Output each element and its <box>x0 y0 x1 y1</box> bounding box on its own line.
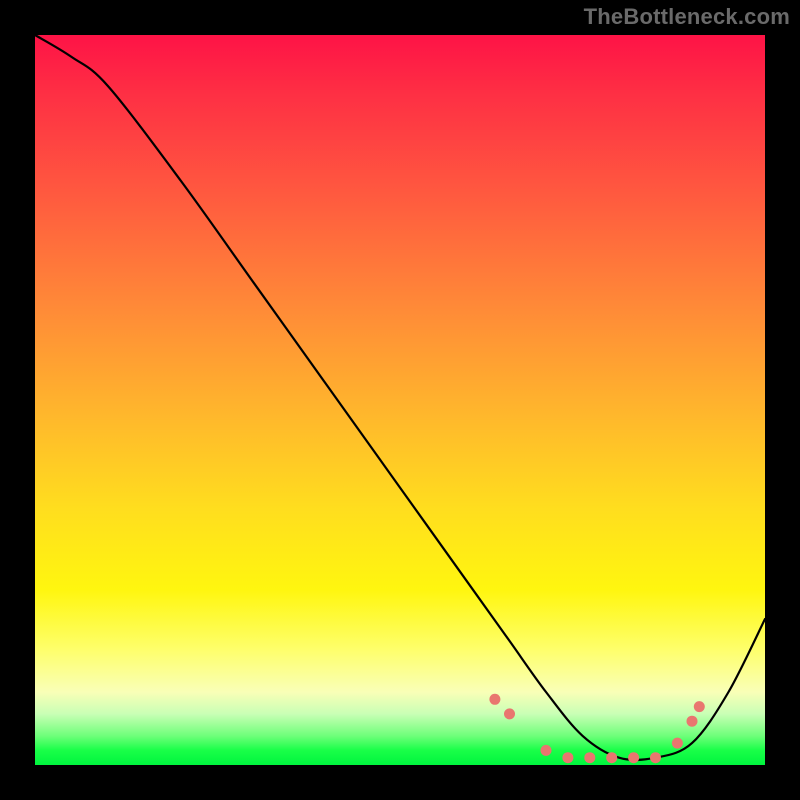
highlight-dot <box>606 752 617 763</box>
highlight-dot <box>628 752 639 763</box>
highlight-dot <box>650 752 661 763</box>
highlight-dot <box>504 708 515 719</box>
highlight-dot <box>672 738 683 749</box>
highlight-dot <box>541 745 552 756</box>
highlight-dot <box>694 701 705 712</box>
chart-svg <box>35 35 765 765</box>
highlight-dot <box>687 716 698 727</box>
highlight-dot <box>489 694 500 705</box>
chart-frame: TheBottleneck.com <box>0 0 800 800</box>
attribution-label: TheBottleneck.com <box>584 4 790 30</box>
highlight-dot <box>562 752 573 763</box>
bottleneck-curve-line <box>35 35 765 760</box>
highlight-dot <box>584 752 595 763</box>
chart-plot-area <box>35 35 765 765</box>
highlight-dots-group <box>489 694 704 763</box>
